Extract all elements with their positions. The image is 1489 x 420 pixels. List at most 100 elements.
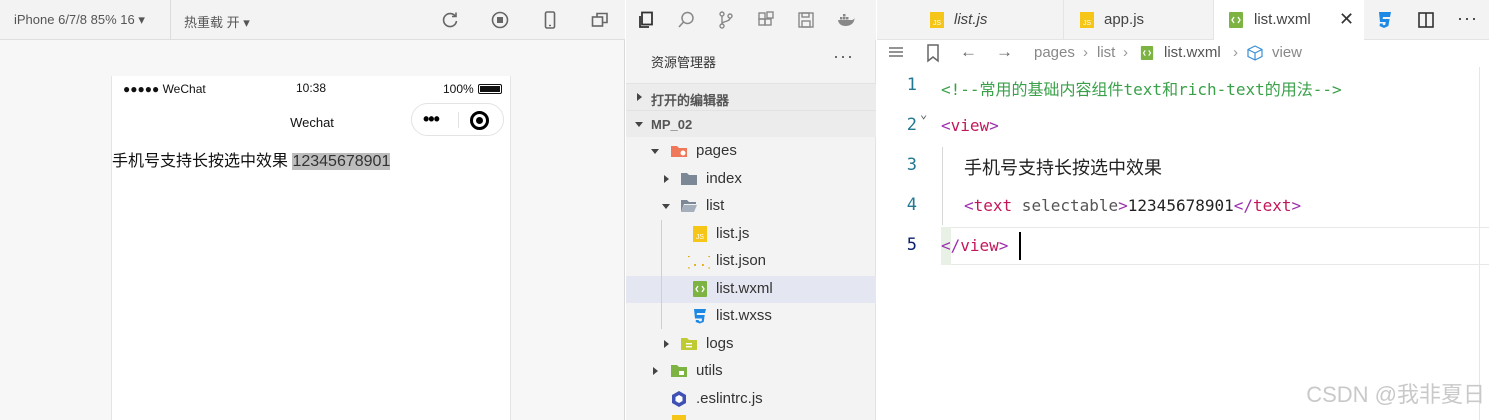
explorer-header: 资源管理器 ··· <box>626 46 876 76</box>
javascript-file-icon: JS <box>691 226 709 242</box>
docker-icon[interactable] <box>836 10 856 30</box>
more-icon[interactable]: ··· <box>1457 8 1478 29</box>
tree-item-pages[interactable]: pages <box>626 138 876 165</box>
css-icon[interactable] <box>1375 10 1395 30</box>
chevron-down-icon <box>651 149 659 154</box>
battery-icon <box>477 84 502 94</box>
token: > <box>998 236 1009 255</box>
tree-item-label: .eslintrc.js <box>696 390 763 407</box>
source-control-icon[interactable] <box>716 10 736 30</box>
breadcrumb-item[interactable]: pages <box>1034 44 1075 61</box>
token: </ <box>941 236 961 255</box>
line-number: 1 <box>906 75 917 95</box>
code-area[interactable]: 1 2 ⌄ 3 4 5 <!--常用的基础内容组件text和rich-text的… <box>877 67 1489 420</box>
chevron-down-icon <box>662 204 670 209</box>
scrollbar-track[interactable] <box>1479 67 1480 420</box>
breadcrumb-item[interactable]: list.wxml <box>1164 44 1221 61</box>
line-number: 2 <box>906 115 917 135</box>
activity-bar <box>626 0 876 40</box>
folder-icon <box>680 171 698 187</box>
device-select[interactable]: iPhone 6/7/8 85% 16 ▾ <box>14 12 145 28</box>
breadcrumb-item[interactable]: view <box>1272 44 1302 61</box>
javascript-file-icon: JS <box>1079 12 1095 28</box>
code-line-4: <text selectable>12345678901</text> <box>964 196 1301 215</box>
breadcrumb-item[interactable]: list <box>1097 44 1115 61</box>
token: text <box>1253 196 1292 215</box>
open-editors-section[interactable]: 打开的编辑器 <box>626 83 876 110</box>
tree-item-index[interactable]: index <box>626 166 876 193</box>
content-text: 手机号支持长按选中效果 <box>112 153 293 170</box>
tree-item-label: list.json <box>716 252 767 269</box>
tree-item-list-wxss[interactable]: list.wxss <box>626 303 876 330</box>
tree-item-logs[interactable]: logs <box>626 331 876 358</box>
chevron-right-icon <box>637 93 642 101</box>
token: < <box>964 196 974 215</box>
tree-item-label: list <box>706 197 725 214</box>
tree-item-label: utils <box>696 362 723 379</box>
token: > <box>1291 196 1302 215</box>
line-number: 5 <box>906 235 917 255</box>
tab-app-js[interactable]: JS app.js <box>1064 0 1214 40</box>
forward-arrow-icon[interactable]: → <box>996 42 1013 62</box>
chevron-right-icon <box>664 340 669 348</box>
explorer-pane: 资源管理器 ··· 打开的编辑器 MP_02 pages index list … <box>626 0 876 420</box>
capsule-divider <box>458 112 459 128</box>
extensions-icon[interactable] <box>756 10 776 30</box>
split-editor-icon[interactable] <box>1416 10 1436 30</box>
svg-text:JS: JS <box>1083 20 1092 27</box>
tree-item-list-wxml[interactable]: list.wxml <box>626 276 876 303</box>
indent-guide <box>661 220 662 329</box>
tree-item-list-js[interactable]: JS list.js <box>626 221 876 248</box>
breadcrumb: ← → pages › list › list.wxml › view <box>877 40 1489 67</box>
selectable-phone-number[interactable]: 12345678901 <box>292 153 391 170</box>
token: < <box>941 116 951 135</box>
bookmark-icon[interactable] <box>923 43 943 63</box>
wxml-file-icon <box>1140 45 1154 61</box>
fold-chevron-icon[interactable]: ⌄ <box>920 107 927 121</box>
back-arrow-icon[interactable]: ← <box>960 42 977 62</box>
folder-logs-icon <box>680 336 698 352</box>
open-editors-label: 打开的编辑器 <box>651 93 730 108</box>
outline-icon[interactable] <box>886 43 906 63</box>
current-line-highlight <box>941 227 1489 265</box>
line-number: 4 <box>906 195 917 215</box>
more-actions-icon[interactable]: ··· <box>833 46 854 67</box>
detach-window-icon[interactable] <box>590 10 610 30</box>
save-icon[interactable] <box>796 10 816 30</box>
editor-tabs: JS list.js JS app.js list.wxml ✕ ··· <box>877 0 1489 40</box>
phone-icon[interactable] <box>540 10 560 30</box>
files-icon[interactable] <box>636 10 656 30</box>
tree-item-list-json[interactable]: {..} list.json <box>626 248 876 275</box>
simulator-toolbar: iPhone 6/7/8 85% 16 ▾ 热重载 开 ▾ <box>0 0 625 40</box>
battery-indicator: 100% <box>443 82 502 96</box>
capsule-menu[interactable]: ••• <box>411 103 504 136</box>
explorer-title: 资源管理器 <box>651 55 717 70</box>
close-miniprogram-icon[interactable] <box>470 111 489 130</box>
tree-item-partial[interactable] <box>626 413 876 420</box>
project-section[interactable]: MP_02 <box>626 110 876 137</box>
tree-item-label: list.js <box>716 225 750 242</box>
chevron-right-icon: › <box>1233 44 1238 61</box>
close-icon[interactable]: ✕ <box>1339 9 1354 30</box>
page-content: 手机号支持长按选中效果 12345678901 <box>112 147 391 171</box>
tree-item-utils[interactable]: utils <box>626 358 876 385</box>
token: view <box>960 236 999 255</box>
wxss-file-icon <box>691 308 709 324</box>
battery-percent: 100% <box>443 82 474 96</box>
refresh-icon[interactable] <box>440 10 460 30</box>
stop-icon[interactable] <box>490 10 510 30</box>
tree-item-list[interactable]: list <box>626 193 876 220</box>
token: </ <box>1233 196 1254 215</box>
tab-list-js[interactable]: JS list.js <box>877 0 1064 40</box>
search-icon[interactable] <box>676 10 696 30</box>
code-line-3: 手机号支持长按选中效果 <box>964 158 1162 178</box>
svg-text:{..}: {..} <box>688 255 710 269</box>
tab-list-wxml[interactable]: list.wxml ✕ <box>1214 0 1364 40</box>
tree-item-eslintrc[interactable]: .eslintrc.js <box>626 386 876 413</box>
token: 12345678901 <box>1127 196 1234 215</box>
javascript-file-icon <box>672 415 686 420</box>
tab-label: app.js <box>1104 11 1145 28</box>
hot-reload-toggle[interactable]: 热重载 开 ▾ <box>170 0 250 40</box>
eslint-file-icon <box>670 391 688 407</box>
more-icon[interactable]: ••• <box>423 110 440 128</box>
